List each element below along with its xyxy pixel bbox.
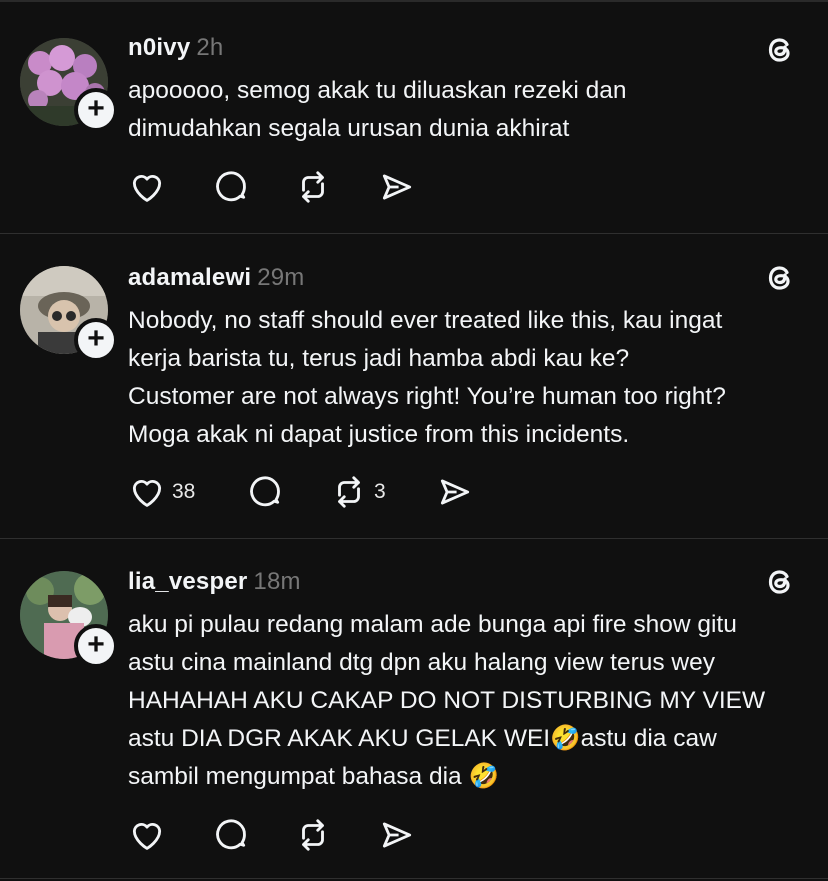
follow-plus-button[interactable]: +: [74, 318, 118, 362]
username[interactable]: n0ivy 2h: [128, 34, 223, 62]
post-time: 2h: [196, 34, 224, 61]
username-text[interactable]: adamalewi: [128, 264, 251, 291]
username-text[interactable]: n0ivy: [128, 34, 190, 61]
share-icon: [382, 822, 412, 848]
repost-button[interactable]: [294, 815, 332, 855]
username[interactable]: lia_vesper 18m: [128, 568, 301, 596]
like-button[interactable]: [128, 167, 166, 207]
post-divider: [0, 538, 828, 539]
comment-icon: [216, 171, 246, 202]
reply-button[interactable]: [212, 167, 250, 207]
like-button[interactable]: 38: [128, 472, 195, 512]
repost-button[interactable]: 3: [330, 472, 386, 512]
like-count: 38: [172, 480, 196, 503]
follow-plus-button[interactable]: +: [74, 88, 118, 132]
post-time: 29m: [257, 264, 305, 291]
reply-button[interactable]: [212, 815, 250, 855]
post-time: 18m: [253, 568, 301, 595]
share-button[interactable]: [378, 815, 416, 855]
share-icon: [382, 174, 412, 200]
username[interactable]: adamalewi 29m: [128, 264, 305, 292]
share-icon: [440, 479, 470, 505]
post-text: aku pi pulau redang malam ade bunga api …: [128, 611, 766, 790]
repost-button[interactable]: [294, 167, 332, 207]
comment-icon: [216, 819, 246, 850]
threads-logo-icon: [768, 266, 790, 290]
username-text[interactable]: lia_vesper: [128, 568, 247, 595]
repost-icon: [338, 476, 360, 508]
repost-icon: [302, 819, 324, 851]
heart-icon: [132, 480, 162, 507]
repost-count: 3: [374, 480, 386, 503]
comment-icon: [250, 476, 280, 507]
heart-icon: [132, 175, 162, 202]
threads-logo-icon: [768, 38, 790, 62]
heart-icon: [132, 823, 162, 850]
post-text: apooooo, semog akak tu diluaskan rezeki …: [128, 77, 627, 142]
like-button[interactable]: [128, 815, 166, 855]
share-button[interactable]: [436, 472, 474, 512]
post-divider: [0, 878, 828, 879]
repost-icon: [302, 171, 324, 203]
post-text: Nobody, no staff should ever treated lik…: [128, 307, 726, 448]
share-button[interactable]: [378, 167, 416, 207]
threads-logo-icon: [768, 570, 790, 594]
reply-button[interactable]: [246, 472, 284, 512]
post-divider: [0, 233, 828, 234]
follow-plus-button[interactable]: +: [74, 624, 118, 668]
top-divider: [0, 0, 828, 2]
